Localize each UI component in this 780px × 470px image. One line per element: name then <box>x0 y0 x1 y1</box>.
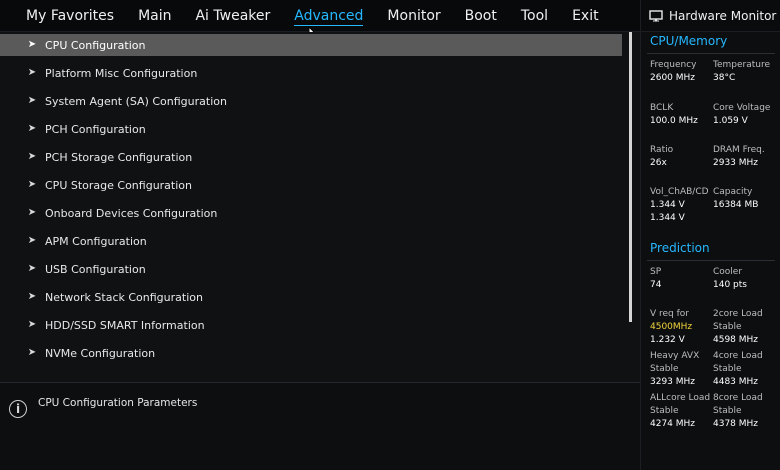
metric-vreq: V req for 4500MHz 1.232 V <box>650 309 693 345</box>
menu-item-usb-configuration[interactable]: ➤ USB Configuration <box>0 258 622 280</box>
chevron-right-icon: ➤ <box>27 319 37 330</box>
menu-item-hdd-ssd-smart-information[interactable]: ➤ HDD/SSD SMART Information <box>0 314 622 336</box>
menu-item-platform-misc-configuration[interactable]: ➤ Platform Misc Configuration <box>0 62 622 84</box>
chevron-right-icon: ➤ <box>27 179 37 190</box>
help-text: CPU Configuration Parameters <box>38 397 198 409</box>
menu-item-label: APM Configuration <box>45 234 147 248</box>
tab-monitor[interactable]: Monitor <box>375 0 452 32</box>
menu-item-apm-configuration[interactable]: ➤ APM Configuration <box>0 230 622 252</box>
chevron-right-icon: ➤ <box>27 207 37 218</box>
metric-2core-load: 2core Load Stable 4598 MHz <box>713 309 763 345</box>
chevron-right-icon: ➤ <box>27 235 37 246</box>
chevron-right-icon: ➤ <box>27 291 37 302</box>
tabs: My Favorites Main Ai Tweaker Advanced Mo… <box>14 0 611 32</box>
metric-cooler: Cooler 140 pts <box>713 267 747 290</box>
menu-item-system-agent-configuration[interactable]: ➤ System Agent (SA) Configuration <box>0 90 622 112</box>
metric-vol-chab-cd: Vol_ChAB/CD 1.344 V 1.344 V <box>650 187 709 223</box>
menu-item-label: NVMe Configuration <box>45 346 156 360</box>
hardware-monitor-panel: Hardware Monitor CPU/Memory Frequency 26… <box>640 0 780 470</box>
tab-main[interactable]: Main <box>126 0 183 32</box>
cpu-memory-title: CPU/Memory <box>650 34 728 48</box>
tab-tool[interactable]: Tool <box>509 0 560 32</box>
main-content-panel: ➤ CPU Configuration ➤ Platform Misc Conf… <box>0 32 640 382</box>
chevron-right-icon: ➤ <box>27 347 37 358</box>
tab-my-favorites[interactable]: My Favorites <box>14 0 126 32</box>
help-panel: i CPU Configuration Parameters <box>0 383 640 470</box>
metric-heavy-avx: Heavy AVX Stable 3293 MHz <box>650 351 700 387</box>
menu-item-label: PCH Configuration <box>45 122 146 136</box>
menu-item-pch-storage-configuration[interactable]: ➤ PCH Storage Configuration <box>0 146 622 168</box>
menu-item-label: CPU Storage Configuration <box>45 178 192 192</box>
hardware-monitor-title: Hardware Monitor <box>669 8 777 23</box>
metric-allcore-load: ALLcore Load Stable 4274 MHz <box>650 393 711 429</box>
menu-item-label: Network Stack Configuration <box>45 290 203 304</box>
chevron-right-icon: ➤ <box>27 67 37 78</box>
metric-frequency: Frequency 2600 MHz <box>650 60 697 83</box>
top-navigation-bar: My Favorites Main Ai Tweaker Advanced Mo… <box>0 0 640 32</box>
menu-item-onboard-devices-configuration[interactable]: ➤ Onboard Devices Configuration <box>0 202 622 224</box>
menu-item-label: Platform Misc Configuration <box>45 66 198 80</box>
monitor-icon <box>649 9 663 21</box>
metric-core-voltage: Core Voltage 1.059 V <box>713 103 771 126</box>
menu-item-label: Onboard Devices Configuration <box>45 206 218 220</box>
menu-item-label: System Agent (SA) Configuration <box>45 94 227 108</box>
metric-4core-load: 4core Load Stable 4483 MHz <box>713 351 763 387</box>
menu-item-label: CPU Configuration <box>45 38 146 52</box>
chevron-right-icon: ➤ <box>27 39 37 50</box>
metric-bclk: BCLK 100.0 MHz <box>650 103 698 126</box>
metric-dram-freq: DRAM Freq. 2933 MHz <box>713 145 765 168</box>
menu-item-label: HDD/SSD SMART Information <box>45 318 205 332</box>
menu-item-network-stack-configuration[interactable]: ➤ Network Stack Configuration <box>0 286 622 308</box>
prediction-title: Prediction <box>650 241 710 255</box>
metric-capacity: Capacity 16384 MB <box>713 187 759 210</box>
menu-item-pch-configuration[interactable]: ➤ PCH Configuration <box>0 118 622 140</box>
info-icon: i <box>9 400 27 418</box>
tab-ai-tweaker[interactable]: Ai Tweaker <box>183 0 282 32</box>
hardware-monitor-header: Hardware Monitor <box>641 0 780 32</box>
metric-8core-load: 8core Load Stable 4378 MHz <box>713 393 763 429</box>
chevron-right-icon: ➤ <box>27 95 37 106</box>
menu-scrollbar[interactable] <box>629 32 632 322</box>
menu-scroll-thumb[interactable] <box>629 32 632 322</box>
menu-item-label: PCH Storage Configuration <box>45 150 193 164</box>
tab-exit[interactable]: Exit <box>560 0 611 32</box>
menu-item-label: USB Configuration <box>45 262 146 276</box>
chevron-right-icon: ➤ <box>27 263 37 274</box>
menu-item-cpu-configuration[interactable]: ➤ CPU Configuration <box>0 34 622 56</box>
prediction-divider <box>647 260 775 261</box>
metric-ratio: Ratio 26x <box>650 145 674 168</box>
metric-sp: SP 74 <box>650 267 662 290</box>
menu-item-nvme-configuration[interactable]: ➤ NVMe Configuration <box>0 342 622 364</box>
tab-advanced[interactable]: Advanced <box>282 0 375 32</box>
chevron-right-icon: ➤ <box>27 151 37 162</box>
chevron-right-icon: ➤ <box>27 123 37 134</box>
metric-temperature: Temperature 38°C <box>713 60 771 83</box>
menu-item-cpu-storage-configuration[interactable]: ➤ CPU Storage Configuration <box>0 174 622 196</box>
cpu-memory-divider <box>647 53 775 54</box>
tab-boot[interactable]: Boot <box>453 0 509 32</box>
